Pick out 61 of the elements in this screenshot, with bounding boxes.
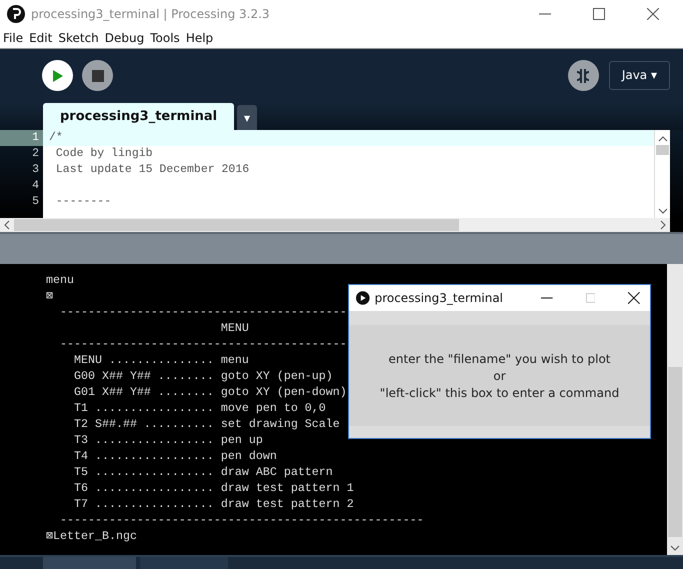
console-scrollbar[interactable] xyxy=(667,264,683,555)
line-number: 1 xyxy=(0,130,43,146)
console-line: MENU xyxy=(220,320,249,336)
vertical-scrollbar[interactable] xyxy=(654,130,670,218)
code-editor[interactable]: /* Code by lingib Last update 15 December 2016 -------- xyxy=(43,130,654,218)
code-line: -------- xyxy=(54,194,112,210)
butterfly-icon xyxy=(575,66,592,84)
maximize-icon[interactable] xyxy=(593,8,605,20)
processing-logo-icon xyxy=(356,291,370,305)
maximize-icon xyxy=(586,293,596,303)
console-line: G01 X## Y## ........ goto XY (pen-down) xyxy=(72,384,347,400)
menu-item[interactable]: Edit xyxy=(29,31,52,45)
scroll-thumb[interactable] xyxy=(656,145,669,155)
code-line: Last update 15 December 2016 xyxy=(54,162,250,178)
menu-item[interactable]: Debug xyxy=(104,31,144,45)
scroll-up-icon[interactable] xyxy=(658,136,668,142)
console-line: T3 ................. pen up xyxy=(72,432,263,448)
console-line: T5 ................. draw ABC pattern xyxy=(72,464,333,480)
scroll-down-icon[interactable] xyxy=(658,208,668,214)
console-line: MENU ............... menu xyxy=(72,352,249,368)
console-line: T6 ................. draw test pattern 1 xyxy=(72,480,354,496)
tab-menu-button[interactable]: ▾ xyxy=(237,105,258,130)
scroll-thumb[interactable] xyxy=(14,219,459,231)
run-button[interactable] xyxy=(42,60,73,91)
console-line: ----------------------------------------- xyxy=(58,336,347,352)
processing-logo-icon xyxy=(7,5,25,23)
console-line: T2 S##.## .......... set drawing Scale xyxy=(72,416,340,432)
console-line: T4 ................. pen down xyxy=(72,448,277,464)
close-icon[interactable] xyxy=(628,292,640,304)
console-line: G00 X## Y## ........ goto XY (pen-up) xyxy=(72,368,333,384)
console-line: ⊠ xyxy=(46,288,54,304)
menu-item[interactable]: Help xyxy=(186,31,214,45)
scroll-down-icon[interactable] xyxy=(670,545,680,551)
sketch-tab[interactable]: processing3_terminal xyxy=(43,103,234,130)
window-title: processing3_terminal | Processing 3.2.3 xyxy=(31,7,270,21)
debug-button[interactable] xyxy=(568,60,599,91)
stop-button[interactable] xyxy=(82,60,113,91)
scroll-thumb[interactable] xyxy=(668,367,682,537)
code-line: Code by lingib xyxy=(54,146,154,162)
line-number: 3 xyxy=(31,162,40,178)
console-line: T1 ................. move pen to 0,0 xyxy=(72,400,326,416)
console-line: ⊠Letter_B.ngc xyxy=(46,528,137,544)
console-line: ----------------------------------------- xyxy=(58,304,347,320)
menu-item[interactable]: Sketch xyxy=(58,31,99,45)
command-box[interactable]: enter the "filename" you wish to plot or "left-click" this box to enter a command xyxy=(349,325,650,426)
console-line: ---------------------------------------------------- xyxy=(58,512,424,528)
scroll-left-icon[interactable] xyxy=(4,220,10,230)
window-title: processing3_terminal xyxy=(374,291,504,305)
stop-icon xyxy=(92,70,104,82)
menu-item[interactable]: Tools xyxy=(150,31,180,45)
close-icon[interactable] xyxy=(647,8,659,20)
scroll-right-icon[interactable] xyxy=(660,220,666,230)
console-line: T7 ................. draw test pattern 2 xyxy=(72,496,354,512)
play-icon xyxy=(52,68,64,82)
horizontal-scrollbar[interactable] xyxy=(0,218,670,232)
mode-dropdown[interactable]: Java ▾ xyxy=(608,61,670,90)
console-line: menu xyxy=(46,272,74,288)
line-number: 5 xyxy=(31,194,40,210)
line-number: 4 xyxy=(31,178,40,194)
menu-item[interactable]: File xyxy=(3,31,24,45)
line-number: 2 xyxy=(31,146,40,162)
